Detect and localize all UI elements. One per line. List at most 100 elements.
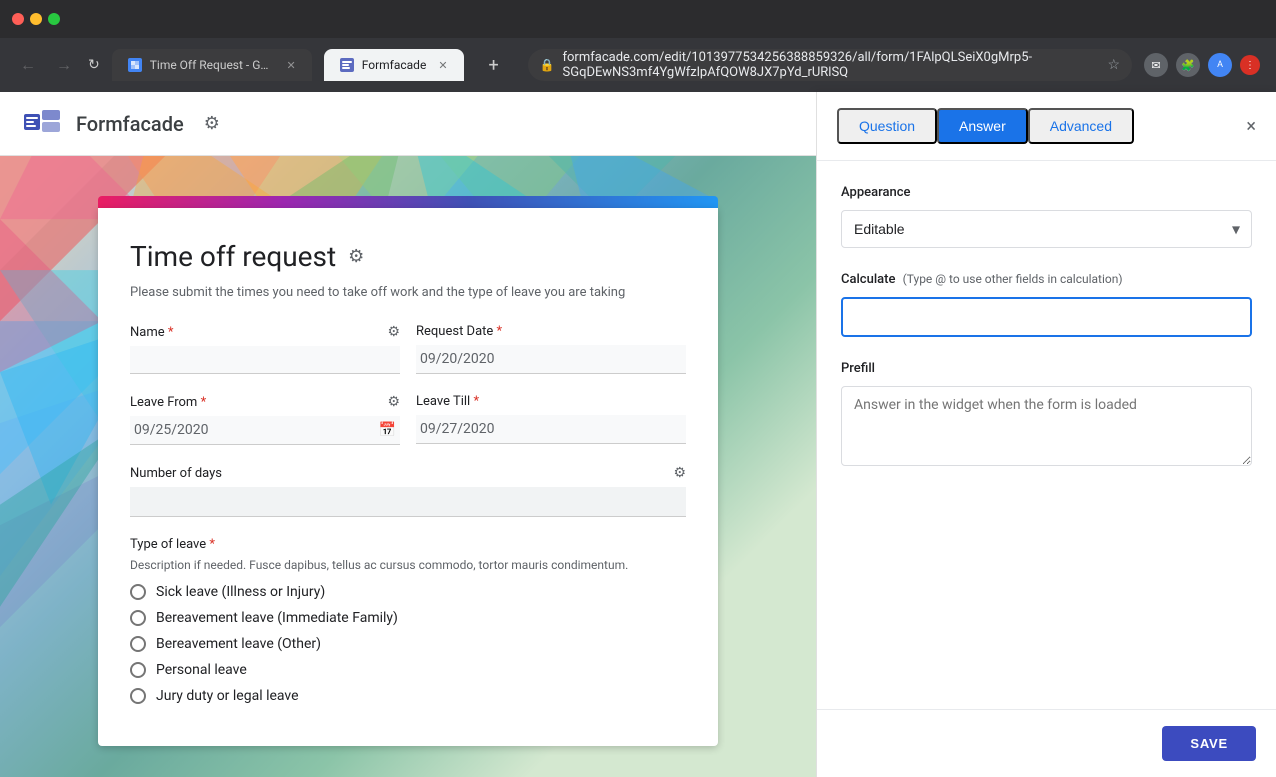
minimize-traffic-light[interactable] (30, 13, 42, 25)
traffic-lights (12, 13, 60, 25)
form-title-settings-icon[interactable]: ⚙ (348, 246, 364, 267)
request-date-input[interactable]: 09/20/2020 (416, 345, 686, 374)
calculate-label: Calculate (841, 272, 895, 287)
field-leave-from-label-row: Leave From * ⚙ (130, 394, 400, 410)
radio-bereavement-other[interactable]: Bereavement leave (Other) (130, 636, 686, 652)
name-required-star: * (168, 325, 174, 340)
field-row-leave: Leave From * ⚙ 09/25/2020 📅 (130, 394, 686, 445)
form-title-row: Time off request ⚙ (130, 240, 686, 273)
days-input[interactable] (130, 487, 686, 517)
leave-type-description: Description if needed. Fusce dapibus, te… (130, 558, 686, 572)
field-days-label-row: Number of days ⚙ (130, 465, 686, 481)
field-leave-till-label-row: Leave Till * (416, 394, 686, 409)
tab-icon-ff (340, 58, 354, 72)
form-subtitle: Please submit the times you need to take… (130, 285, 686, 300)
back-button[interactable]: ← (16, 55, 40, 75)
save-button[interactable]: SAVE (1162, 726, 1256, 761)
panel-tabs: Question Answer Advanced (837, 108, 1134, 144)
field-request-date-label-text: Request Date * (416, 324, 502, 339)
tab-answer[interactable]: Answer (937, 108, 1028, 144)
field-name-label-row: Name * ⚙ (130, 324, 400, 340)
leave-from-settings-icon[interactable]: ⚙ (387, 394, 400, 410)
radio-bereavement-immediate-circle (130, 610, 146, 626)
radio-sick-leave[interactable]: Sick leave (Illness or Injury) (130, 584, 686, 600)
leave-till-input[interactable]: 09/27/2020 (416, 415, 686, 444)
radio-bereavement-immediate[interactable]: Bereavement leave (Immediate Family) (130, 610, 686, 626)
leave-type-options: Sick leave (Illness or Injury) Bereaveme… (130, 584, 686, 704)
form-background: Time off request ⚙ Please submit the tim… (0, 156, 816, 777)
name-field-settings-icon[interactable]: ⚙ (387, 324, 400, 340)
field-number-of-days: Number of days ⚙ (130, 465, 686, 517)
puzzle-extension-icon[interactable]: 🧩 (1176, 53, 1200, 77)
extension-icons: ✉ 🧩 A ⋮ (1144, 53, 1260, 77)
email-extension-icon[interactable]: ✉ (1144, 53, 1168, 77)
field-leave-till-label-text: Leave Till * (416, 394, 479, 409)
browser-menu-icon[interactable]: ⋮ (1240, 55, 1260, 75)
form-card: Time off request ⚙ Please submit the tim… (98, 208, 718, 746)
field-name-label-text: Name * (130, 325, 173, 340)
prefill-textarea[interactable] (841, 386, 1252, 466)
radio-jury-duty-circle (130, 688, 146, 704)
field-type-of-leave: Type of leave * Description if needed. F… (130, 537, 686, 704)
field-row-days: Number of days ⚙ (130, 465, 686, 517)
app-header: Formfacade ⚙ (0, 92, 816, 156)
calculate-label-row: Calculate (Type @ to use other fields in… (841, 272, 1252, 287)
address-bar-row: ← → ↻ Time Off Request - Google For... ✕… (0, 38, 1276, 92)
forward-button[interactable]: → (52, 55, 76, 75)
field-request-date-label-row: Request Date * (416, 324, 686, 339)
calculate-section: Calculate (Type @ to use other fields in… (841, 272, 1252, 337)
leave-from-input[interactable]: 09/25/2020 📅 (130, 416, 400, 445)
field-leave-from: Leave From * ⚙ 09/25/2020 📅 (130, 394, 400, 445)
appearance-section: Appearance EditableRead-onlyHidden (841, 185, 1252, 248)
tab-close-ff[interactable]: ✕ (438, 59, 447, 72)
radio-bereavement-other-circle (130, 636, 146, 652)
close-traffic-light[interactable] (12, 13, 24, 25)
tab-close-time-off[interactable]: ✕ (287, 59, 296, 72)
maximize-traffic-light[interactable] (48, 13, 60, 25)
left-panel: Formfacade ⚙ (0, 92, 816, 777)
field-name: Name * ⚙ (130, 324, 400, 374)
radio-jury-duty[interactable]: Jury duty or legal leave (130, 688, 686, 704)
address-bar[interactable]: 🔒 formfacade.com/edit/101397753425638885… (528, 49, 1132, 81)
app-settings-icon[interactable]: ⚙ (204, 113, 220, 134)
prefill-label: Prefill (841, 361, 1252, 376)
field-leave-from-label-text: Leave From * (130, 395, 206, 410)
days-settings-icon[interactable]: ⚙ (673, 465, 686, 481)
formfacade-logo (24, 110, 60, 138)
panel-body: Appearance EditableRead-onlyHidden Calcu… (817, 161, 1276, 709)
radio-sick-leave-circle (130, 584, 146, 600)
panel-close-button[interactable]: × (1246, 116, 1256, 137)
lock-icon: 🔒 (540, 58, 555, 72)
radio-personal-leave-circle (130, 662, 146, 678)
address-text: formfacade.com/edit/10139775342563888593… (563, 50, 1100, 80)
field-leave-till: Leave Till * 09/27/2020 (416, 394, 686, 445)
profile-icon[interactable]: A (1208, 53, 1232, 77)
appearance-label: Appearance (841, 185, 1252, 200)
leave-from-required-star: * (201, 395, 207, 410)
right-panel: Question Answer Advanced × Appearance Ed… (816, 92, 1276, 777)
panel-header: Question Answer Advanced × (817, 92, 1276, 161)
calculate-input[interactable] (841, 297, 1252, 337)
refresh-button[interactable]: ↻ (88, 57, 100, 73)
tab-icon-google (128, 58, 142, 72)
browser-chrome: ← → ↻ Time Off Request - Google For... ✕… (0, 0, 1276, 92)
leave-type-required-star: * (209, 537, 215, 552)
tab-formfacade[interactable]: Formfacade ✕ (324, 49, 464, 81)
tab-time-off-request[interactable]: Time Off Request - Google For... ✕ (112, 49, 312, 81)
tab-advanced[interactable]: Advanced (1028, 108, 1134, 144)
name-input[interactable] (130, 346, 400, 374)
bookmark-icon[interactable]: ☆ (1107, 57, 1120, 73)
tab-title-time-off: Time Off Request - Google For... (150, 58, 275, 72)
field-row-name-date: Name * ⚙ Request Date * (130, 324, 686, 374)
appearance-select[interactable]: EditableRead-onlyHidden (841, 210, 1252, 248)
field-days-label-text: Number of days (130, 466, 222, 481)
radio-personal-leave[interactable]: Personal leave (130, 662, 686, 678)
app-name: Formfacade (76, 112, 184, 136)
tab-question[interactable]: Question (837, 108, 937, 144)
calculate-hint: (Type @ to use other fields in calculati… (903, 272, 1123, 286)
panel-footer: SAVE (817, 709, 1276, 777)
leave-till-required-star: * (473, 394, 479, 409)
appearance-select-wrapper: EditableRead-onlyHidden (841, 210, 1252, 248)
new-tab-button[interactable]: + (480, 51, 508, 79)
field-request-date: Request Date * 09/20/2020 (416, 324, 686, 374)
